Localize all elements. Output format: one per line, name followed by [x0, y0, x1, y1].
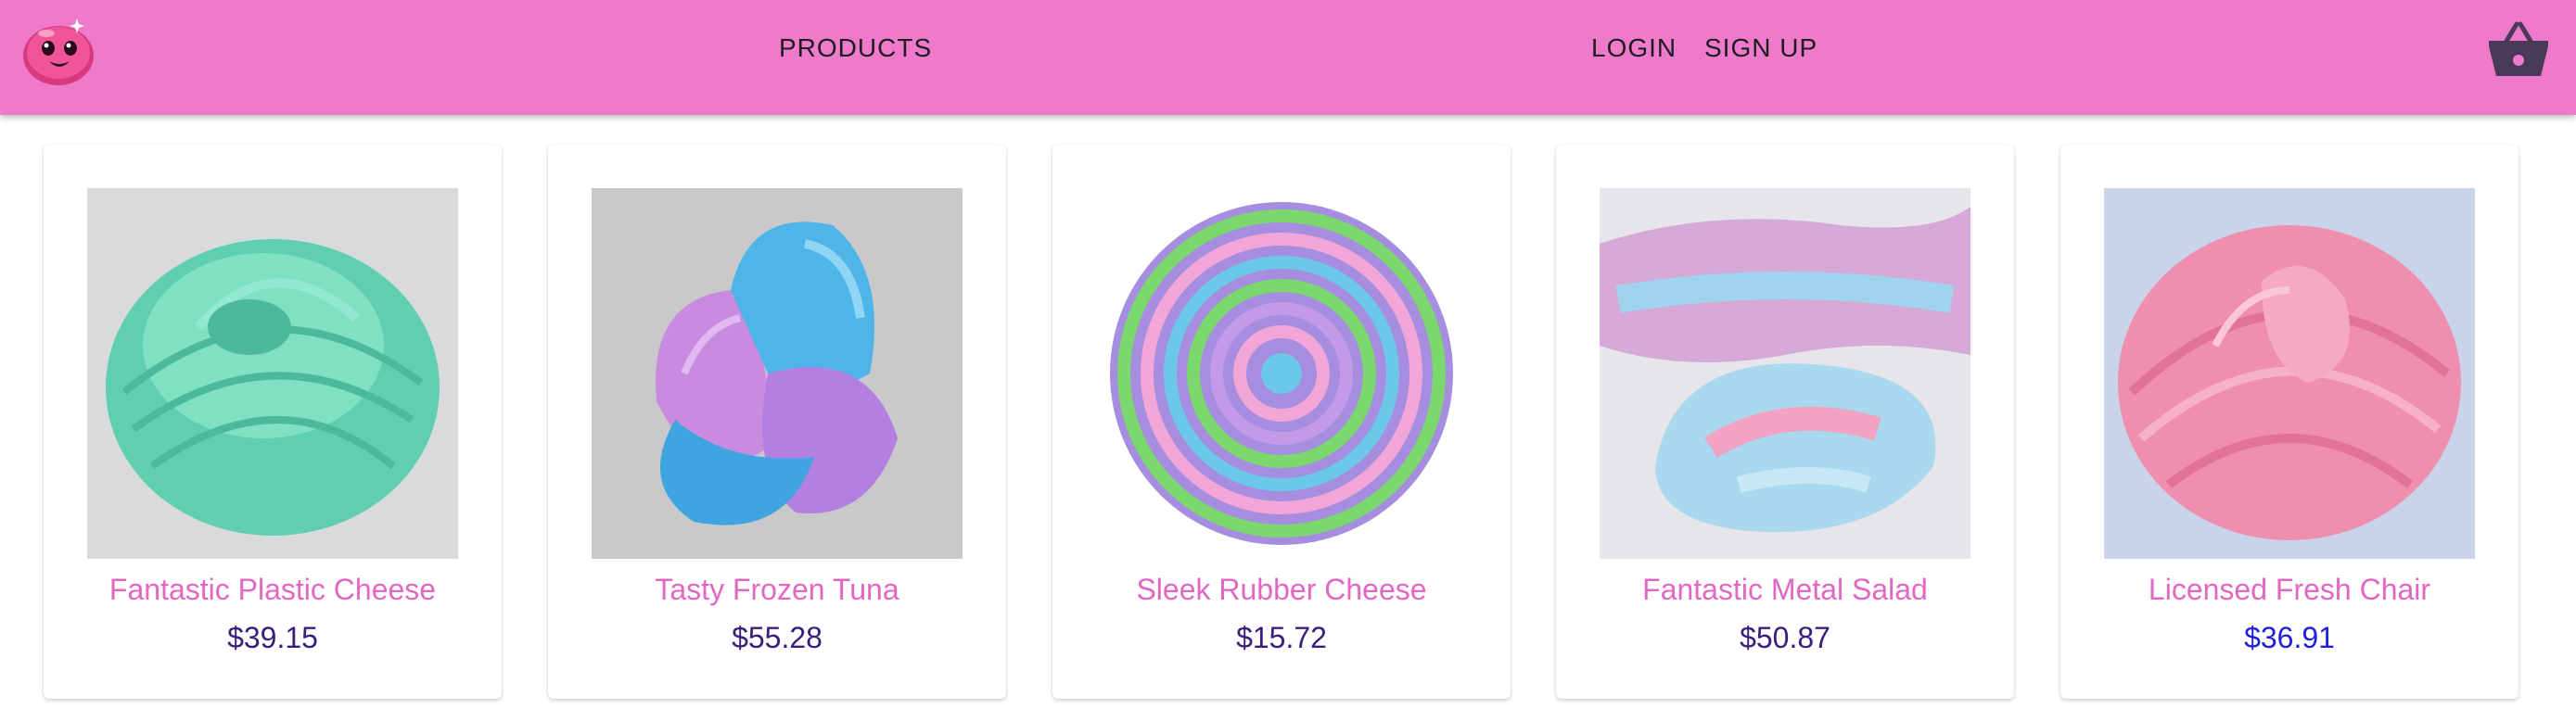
product-card[interactable]: Fantastic Plastic Cheese $39.15 [44, 145, 502, 699]
product-price: $15.72 [1236, 621, 1327, 654]
product-card[interactable]: Licensed Fresh Chair $36.91 [2060, 145, 2519, 699]
product-name[interactable]: Fantastic Metal Salad [1556, 573, 2014, 607]
shopping-basket-icon[interactable] [2485, 19, 2552, 80]
product-price: $50.87 [1740, 621, 1830, 654]
mint-green-slime-image[interactable] [87, 188, 458, 559]
product-price: $36.91 [2244, 621, 2335, 654]
product-name[interactable]: Fantastic Plastic Cheese [44, 573, 502, 607]
slime-mascot-icon[interactable] [19, 13, 98, 87]
blue-purple-glitter-slime-image[interactable] [592, 188, 963, 559]
pastel-cloud-slime-image[interactable] [1600, 188, 1970, 559]
product-name[interactable]: Tasty Frozen Tuna [548, 573, 1006, 607]
rainbow-swirl-slime-image[interactable] [1096, 188, 1467, 559]
product-name[interactable]: Sleek Rubber Cheese [1052, 573, 1511, 607]
pink-slime-image[interactable] [2104, 188, 2475, 559]
product-name[interactable]: Licensed Fresh Chair [2060, 573, 2519, 607]
product-card[interactable]: Fantastic Metal Salad $50.87 [1556, 145, 2014, 699]
product-card[interactable]: Sleek Rubber Cheese $15.72 [1052, 145, 1511, 699]
product-price: $55.28 [732, 621, 823, 654]
product-card[interactable]: Tasty Frozen Tuna $55.28 [548, 145, 1006, 699]
product-price: $39.15 [227, 621, 318, 654]
nav-login-button[interactable]: LOGIN [1591, 32, 1677, 65]
app-bar: PRODUCTS LOGIN SIGN UP [0, 0, 2576, 115]
nav-signup-button[interactable]: SIGN UP [1704, 32, 1817, 65]
nav-products-button[interactable]: PRODUCTS [779, 32, 932, 65]
